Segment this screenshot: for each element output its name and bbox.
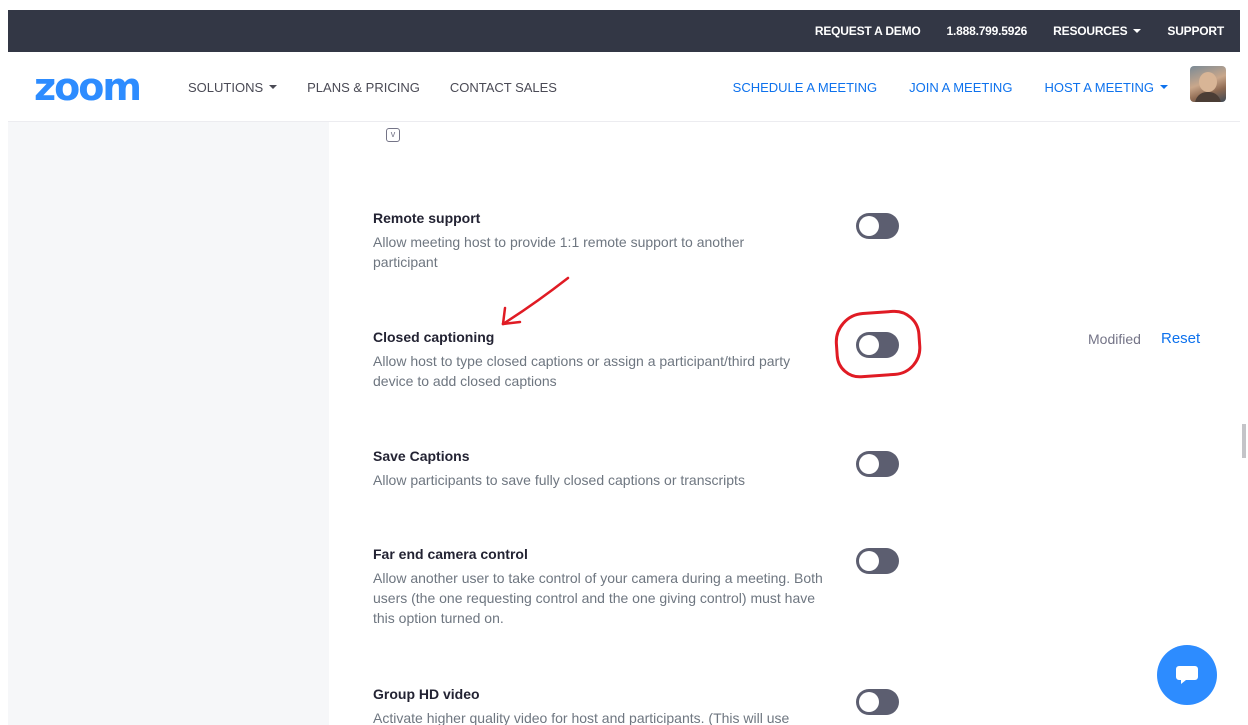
- main-navigation: zoom SOLUTIONS PLANS & PRICING CONTACT S…: [8, 52, 1240, 122]
- setting-description: Activate higher quality video for host a…: [373, 710, 790, 725]
- caret-down-icon: [269, 85, 278, 89]
- top-utility-bar: REQUEST A DEMO 1.888.799.5926 RESOURCES …: [8, 10, 1240, 52]
- plans-pricing-link[interactable]: PLANS & PRICING: [307, 80, 420, 95]
- phone-link[interactable]: 1.888.799.5926: [947, 24, 1028, 38]
- support-link[interactable]: SUPPORT: [1167, 24, 1224, 38]
- setting-title: Closed captioning: [373, 329, 495, 345]
- setting-description: Allow participants to save fully closed …: [373, 472, 745, 488]
- setting-description: Allow meeting host to provide 1:1 remote…: [373, 234, 745, 270]
- reset-link[interactable]: Reset: [1161, 330, 1200, 347]
- annotation-circle: [832, 308, 924, 380]
- save-captions-toggle[interactable]: [856, 451, 899, 477]
- chat-bubble-icon: [1176, 666, 1198, 684]
- zoom-logo[interactable]: zoom: [34, 68, 142, 106]
- schedule-meeting-link[interactable]: SCHEDULE A MEETING: [733, 80, 877, 95]
- caret-down-icon: [1133, 29, 1142, 33]
- vanity-url-icon[interactable]: v: [386, 128, 400, 142]
- setting-remote-support: Remote support Allow meeting host to pro…: [373, 210, 833, 272]
- caret-down-icon: [1160, 85, 1168, 89]
- group-hd-video-toggle[interactable]: [856, 689, 899, 715]
- far-end-camera-toggle[interactable]: [856, 548, 899, 574]
- setting-title: Group HD video: [373, 686, 480, 702]
- solutions-menu[interactable]: SOLUTIONS: [188, 79, 278, 95]
- join-meeting-link[interactable]: JOIN A MEETING: [909, 80, 1012, 95]
- solutions-label: SOLUTIONS: [188, 79, 264, 95]
- setting-group-hd-video: Group HD video Activate higher quality v…: [373, 686, 833, 725]
- user-avatar[interactable]: [1190, 66, 1226, 102]
- host-meeting-label: HOST A MEETING: [1044, 79, 1154, 95]
- request-demo-link[interactable]: REQUEST A DEMO: [815, 24, 921, 38]
- setting-closed-captioning: Closed captioning Allow host to type clo…: [373, 329, 833, 391]
- setting-save-captions: Save Captions Allow participants to save…: [373, 448, 833, 490]
- setting-title: Save Captions: [373, 448, 470, 464]
- setting-far-end-camera-control: Far end camera control Allow another use…: [373, 546, 833, 628]
- remote-support-toggle[interactable]: [856, 213, 899, 239]
- resources-label: RESOURCES: [1053, 24, 1128, 38]
- host-meeting-menu[interactable]: HOST A MEETING: [1044, 80, 1168, 95]
- setting-title: Far end camera control: [373, 546, 528, 562]
- settings-sidebar: [8, 122, 329, 725]
- scrollbar-thumb[interactable]: [1242, 424, 1246, 458]
- annotation-arrow-icon: [501, 276, 570, 326]
- contact-sales-link[interactable]: CONTACT SALES: [450, 80, 557, 95]
- resources-menu[interactable]: RESOURCES: [1053, 24, 1142, 38]
- modified-label: Modified: [1088, 331, 1141, 347]
- setting-description: Allow another user to take control of yo…: [373, 570, 823, 626]
- nav-right-group: SCHEDULE A MEETING JOIN A MEETING HOST A…: [701, 52, 1168, 122]
- setting-description: Allow host to type closed captions or as…: [373, 353, 791, 389]
- chat-button[interactable]: [1157, 645, 1217, 705]
- nav-left-group: SOLUTIONS PLANS & PRICING CONTACT SALES: [188, 52, 587, 122]
- setting-title: Remote support: [373, 210, 481, 226]
